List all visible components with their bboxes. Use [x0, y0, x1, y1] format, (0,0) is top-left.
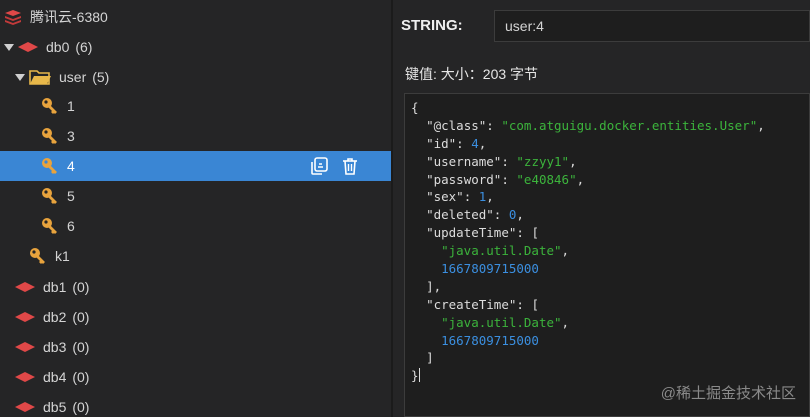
- key-icon: [41, 217, 59, 235]
- json-line: ],: [426, 278, 442, 294]
- database-icon: [15, 312, 35, 322]
- key-label: 4: [67, 158, 75, 174]
- folder-count: (5): [92, 69, 110, 85]
- json-line: 1667809715000: [441, 332, 539, 348]
- key-label: 6: [67, 218, 75, 234]
- key-tree-panel: 腾讯云-6380 db0 (6) user (5) 1 3 4 5 6 k1 d…: [0, 0, 391, 417]
- expand-caret-icon[interactable]: [15, 73, 25, 81]
- json-line: "sex": 1,: [426, 189, 494, 205]
- database-icon: [15, 402, 35, 412]
- text-cursor: [418, 368, 420, 383]
- folder-name: user: [59, 69, 87, 85]
- database-icon: [15, 282, 35, 292]
- json-line: ]: [426, 350, 434, 366]
- key-type-label: STRING:: [401, 17, 463, 34]
- key-row-k1[interactable]: k1: [0, 241, 391, 271]
- json-line: "id": 4,: [426, 135, 487, 151]
- db-row[interactable]: db2 (0): [0, 302, 391, 332]
- key-icon: [41, 97, 59, 115]
- db-row[interactable]: db3 (0): [0, 332, 391, 362]
- db-count: (0): [72, 399, 90, 415]
- value-detail-panel: STRING: 键值: 大小：203 字节 { "@class": "com.a…: [393, 0, 810, 417]
- key-label: 1: [67, 98, 75, 114]
- json-code: { "@class": "com.atguigu.docker.entities…: [411, 99, 765, 385]
- key-row-selected[interactable]: 4: [0, 151, 391, 181]
- json-line: "java.util.Date",: [441, 314, 570, 330]
- expand-caret-icon[interactable]: [4, 43, 14, 51]
- redis-connection-icon: [4, 9, 22, 25]
- key-row[interactable]: 5: [0, 181, 391, 211]
- trash-icon[interactable]: [339, 155, 361, 177]
- value-editor[interactable]: { "@class": "com.atguigu.docker.entities…: [404, 93, 810, 417]
- json-line: "java.util.Date",: [441, 243, 570, 259]
- db-count: (6): [75, 39, 93, 55]
- connection-label: 腾讯云-6380: [30, 9, 108, 25]
- database-icon: [18, 42, 38, 52]
- key-icon: [29, 247, 47, 265]
- database-icon: [15, 342, 35, 352]
- json-line: "password": "e40846",: [426, 171, 585, 187]
- db-count: (0): [72, 339, 90, 355]
- key-row[interactable]: 1: [0, 91, 391, 121]
- value-size-label: 键值: 大小：203 字节: [405, 66, 539, 82]
- key-label: k1: [55, 248, 70, 264]
- json-line: {: [411, 100, 419, 115]
- json-line: 1667809715000: [441, 261, 539, 277]
- db-row[interactable]: db4 (0): [0, 362, 391, 392]
- json-line: "username": "zzyy1",: [426, 153, 577, 169]
- key-row[interactable]: 6: [0, 211, 391, 241]
- key-icon: [41, 127, 59, 145]
- db-name: db1: [43, 279, 67, 295]
- json-line: "updateTime": [: [426, 225, 539, 241]
- db-row[interactable]: db5 (0): [0, 392, 391, 417]
- folder-row-user[interactable]: user (5): [0, 62, 391, 92]
- db-name: db2: [43, 309, 67, 325]
- db-name: db0: [46, 39, 70, 55]
- db0-row[interactable]: db0 (6): [0, 32, 391, 62]
- db-name: db3: [43, 339, 67, 355]
- db-name: db5: [43, 399, 67, 415]
- json-line: "createTime": [: [426, 296, 539, 312]
- db-count: (0): [72, 309, 90, 325]
- key-name-input[interactable]: [494, 10, 810, 42]
- key-label: 3: [67, 128, 75, 144]
- json-line: "@class": "com.atguigu.docker.entities.U…: [426, 117, 765, 133]
- key-row[interactable]: 3: [0, 121, 391, 151]
- watermark: @稀土掘金技术社区: [660, 385, 796, 402]
- connection-row[interactable]: 腾讯云-6380: [0, 2, 391, 32]
- db-count: (0): [72, 369, 90, 385]
- db-name: db4: [43, 369, 67, 385]
- folder-icon: [29, 69, 51, 86]
- key-label: 5: [67, 188, 75, 204]
- key-icon: [41, 187, 59, 205]
- json-line: "deleted": 0,: [426, 207, 524, 223]
- db-count: (0): [72, 279, 90, 295]
- database-icon: [15, 372, 35, 382]
- db-row[interactable]: db1 (0): [0, 272, 391, 302]
- key-icon: [41, 157, 59, 175]
- copy-link-icon[interactable]: [308, 155, 330, 177]
